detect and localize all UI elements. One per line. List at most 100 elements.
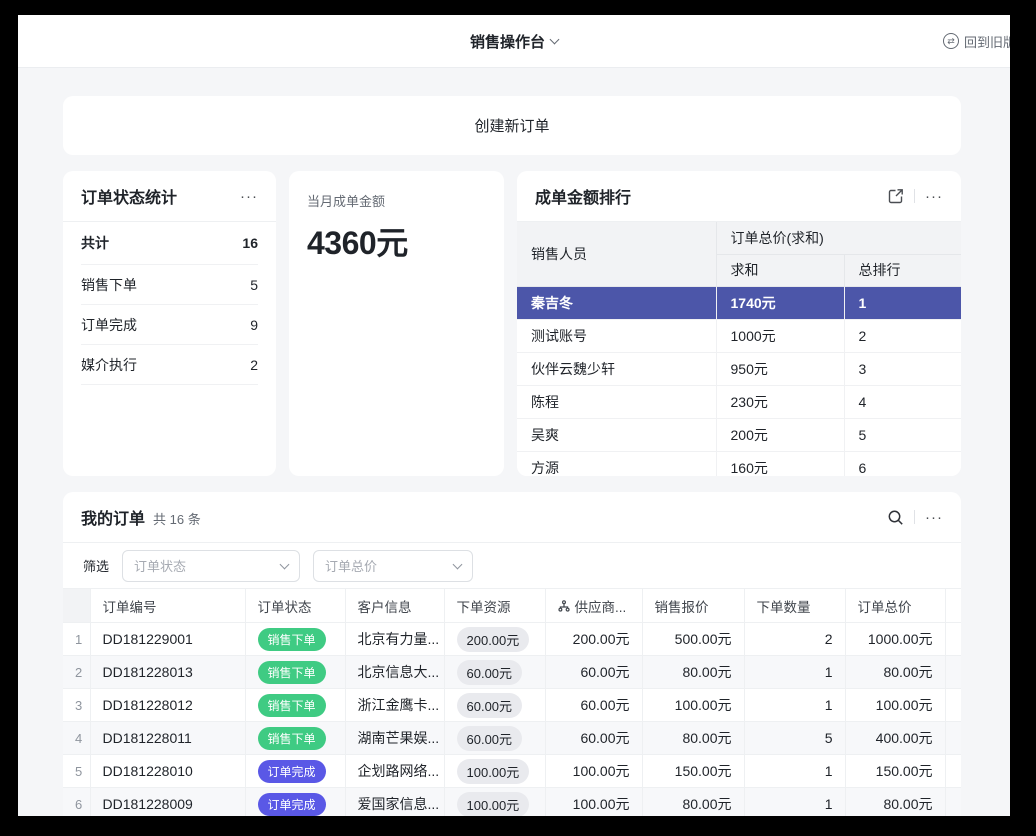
status-row-label: 共计 — [81, 233, 109, 253]
order-number-cell: DD181228013 — [90, 656, 245, 689]
status-badge: 订单完成 — [258, 760, 326, 783]
status-row-value: 5 — [250, 277, 258, 293]
order-row[interactable]: 1DD181229001销售下单北京有力量...200.00元200.00元50… — [63, 623, 961, 656]
order-status-select[interactable]: 订单状态 — [122, 550, 300, 582]
amount-label: 当月成单金额 — [307, 191, 486, 210]
supplier-header: 供应商... — [558, 596, 627, 616]
order-row[interactable]: 3DD181228012销售下单浙江金鹰卡...60.00元60.00元100.… — [63, 689, 961, 722]
quantity-cell: 5 — [744, 722, 845, 755]
resource-cell: 100.00元 — [444, 788, 545, 817]
create-order-label: 创建新订单 — [474, 115, 549, 136]
back-to-old-version-link[interactable]: ⇄ 回到旧版 — [943, 32, 1010, 51]
status-badge: 订单完成 — [258, 793, 326, 816]
col-header-5[interactable]: 销售报价 — [642, 589, 744, 623]
total-cell: 400.00元 — [845, 722, 945, 755]
ranking-name: 陈程 — [517, 385, 716, 418]
row-number: 3 — [63, 689, 90, 722]
orders-header-row: 订单编号订单状态客户信息下单资源供应商... 销售报价下单数量订单总价 — [63, 589, 961, 623]
search-icon[interactable] — [887, 509, 904, 526]
resource-tag: 100.00元 — [457, 759, 530, 784]
supplier-price-cell: 60.00元 — [545, 689, 642, 722]
status-badge: 销售下单 — [258, 694, 326, 717]
order-row[interactable]: 4DD181228011销售下单湖南芒果娱...60.00元60.00元80.0… — [63, 722, 961, 755]
supplier-price-cell: 200.00元 — [545, 623, 642, 656]
ranking-row[interactable]: 秦吉冬1740元1 — [517, 286, 961, 319]
row-number: 4 — [63, 722, 90, 755]
more-icon[interactable]: ··· — [240, 189, 258, 204]
status-card-title: 订单状态统计 — [81, 184, 177, 208]
supplier-price-cell: 100.00元 — [545, 788, 642, 817]
order-row[interactable]: 6DD181228009订单完成爱国家信息...100.00元100.00元80… — [63, 788, 961, 817]
ranking-rank: 1 — [844, 286, 961, 319]
chevron-down-icon — [453, 560, 463, 570]
order-status-cell: 销售下单 — [245, 722, 345, 755]
row-number: 5 — [63, 755, 90, 788]
order-number-cell: DD181229001 — [90, 623, 245, 656]
ranking-card: 成单金额排行 ··· — [517, 171, 961, 476]
col-header-0[interactable]: 订单编号 — [90, 589, 245, 623]
filter-bar: 筛选 订单状态 订单总价 — [63, 543, 961, 588]
ranking-row[interactable]: 方源160元6 — [517, 451, 961, 476]
quantity-cell: 1 — [744, 755, 845, 788]
spacer-cell — [945, 689, 961, 722]
quote-cell: 150.00元 — [642, 755, 744, 788]
ranking-row[interactable]: 吴爽200元5 — [517, 418, 961, 451]
switch-version-icon: ⇄ — [943, 33, 959, 49]
ranking-row[interactable]: 测试账号1000元2 — [517, 319, 961, 352]
ranking-row[interactable]: 伙伴云魏少轩950元3 — [517, 352, 961, 385]
status-row[interactable]: 媒介执行2 — [81, 345, 258, 385]
order-total-select-placeholder: 订单总价 — [325, 556, 377, 575]
quote-cell: 100.00元 — [642, 689, 744, 722]
status-row-label: 订单完成 — [81, 315, 137, 335]
status-row-label: 媒介执行 — [81, 355, 137, 375]
quantity-cell: 1 — [744, 689, 845, 722]
col-header-2[interactable]: 客户信息 — [345, 589, 444, 623]
create-order-button[interactable]: 创建新订单 — [63, 96, 961, 155]
status-row[interactable]: 销售下单5 — [81, 265, 258, 305]
customer-cell: 浙江金鹰卡... — [345, 689, 444, 722]
col-header-7[interactable]: 订单总价 — [845, 589, 945, 623]
col-header-6[interactable]: 下单数量 — [744, 589, 845, 623]
page-body: 创建新订单 订单状态统计 ··· 共计16销售下单5订单完成9媒介执行2 当月成… — [18, 68, 1010, 816]
status-row-value: 9 — [250, 317, 258, 333]
customer-cell: 北京信息大... — [345, 656, 444, 689]
monthly-amount-card: 当月成单金额 4360元 — [289, 171, 504, 476]
col-header-4[interactable]: 供应商... — [545, 589, 642, 623]
ranking-row[interactable]: 陈程230元4 — [517, 385, 961, 418]
order-row[interactable]: 5DD181228010订单完成企划路网络...100.00元100.00元15… — [63, 755, 961, 788]
resource-tag: 200.00元 — [457, 627, 530, 652]
ranking-rank: 6 — [844, 451, 961, 476]
open-in-new-icon[interactable] — [888, 188, 904, 204]
customer-cell: 湖南芒果娱... — [345, 722, 444, 755]
order-row[interactable]: 2DD181228013销售下单北京信息大...60.00元60.00元80.0… — [63, 656, 961, 689]
order-number-cell: DD181228011 — [90, 722, 245, 755]
back-link-label: 回到旧版 — [964, 32, 1010, 51]
col-header-3[interactable]: 下单资源 — [444, 589, 545, 623]
order-number-cell: DD181228009 — [90, 788, 245, 817]
status-row[interactable]: 订单完成 9 — [81, 305, 258, 345]
filter-label: 筛选 — [83, 556, 109, 575]
chevron-down-icon — [550, 34, 560, 44]
hierarchy-icon — [558, 600, 570, 612]
col-header-spacer — [945, 589, 961, 623]
quote-cell: 80.00元 — [642, 656, 744, 689]
status-row-value: 16 — [242, 235, 258, 251]
more-icon[interactable]: ··· — [925, 189, 943, 204]
ranking-card-title: 成单金额排行 — [535, 184, 631, 208]
col-header-1[interactable]: 订单状态 — [245, 589, 345, 623]
order-total-select[interactable]: 订单总价 — [313, 550, 473, 582]
col-header-order-total-group: 订单总价(求和) — [716, 222, 961, 254]
order-status-cell: 订单完成 — [245, 788, 345, 817]
total-cell: 1000.00元 — [845, 623, 945, 656]
row-number-header — [63, 589, 90, 623]
workspace-switcher[interactable]: 销售操作台 — [470, 31, 558, 52]
ranking-sum: 1000元 — [716, 319, 844, 352]
resource-cell: 60.00元 — [444, 656, 545, 689]
status-row[interactable]: 共计 16 — [81, 222, 258, 265]
status-badge: 销售下单 — [258, 628, 326, 651]
more-icon[interactable]: ··· — [925, 510, 943, 525]
amount-value: 4360元 — [307, 218, 486, 264]
status-badge: 销售下单 — [258, 661, 326, 684]
supplier-price-cell: 60.00元 — [545, 656, 642, 689]
ranking-table: 销售人员 订单总价(求和) 求和 总排行 秦吉冬1740元1测试账号1000元2… — [517, 222, 961, 476]
